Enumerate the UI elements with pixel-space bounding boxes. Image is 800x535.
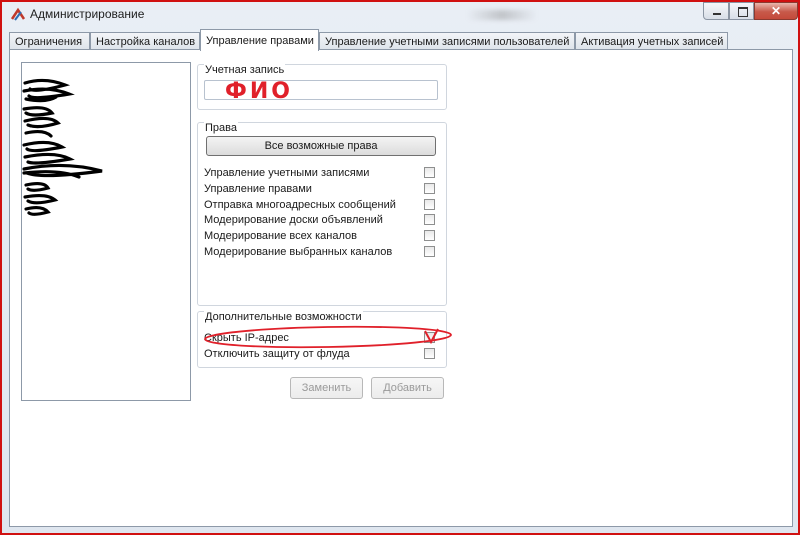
right-row[interactable]: Отправка многоадресных сообщений	[204, 199, 440, 213]
blurred-title-text	[467, 10, 537, 20]
app-icon	[10, 7, 26, 21]
right-checkbox[interactable]	[424, 167, 435, 178]
extra-options-group: Дополнительные возможности Скрыть IP-адр…	[197, 311, 447, 368]
window-title: Администрирование	[30, 7, 145, 21]
admin-window: Администрирование ✕ Ограничения Настройк…	[0, 0, 800, 535]
right-row[interactable]: Управление учетными записями	[204, 167, 440, 181]
tab-account-activation[interactable]: Активация учетных записей	[575, 32, 728, 50]
redacted-user-names	[22, 78, 103, 216]
rights-group-title: Права	[204, 122, 238, 134]
tab-content: Учетная запись ФИО Права Все возможные п…	[9, 49, 793, 527]
right-label: Модерирование выбранных каналов	[204, 246, 393, 258]
disable-flood-row[interactable]: Отключить защиту от флуда	[204, 348, 440, 362]
hide-ip-label: Скрыть IP-адрес	[204, 332, 289, 344]
right-label: Модерирование доски объявлений	[204, 214, 383, 226]
close-icon: ✕	[771, 4, 782, 18]
account-group: Учетная запись ФИО	[197, 64, 447, 110]
tab-rights-management[interactable]: Управление правами	[200, 29, 319, 51]
hide-ip-checkbox[interactable]	[424, 332, 435, 343]
hide-ip-row[interactable]: Скрыть IP-адрес	[204, 332, 440, 346]
account-group-title: Учетная запись	[204, 64, 286, 76]
right-row[interactable]: Модерирование доски объявлений	[204, 214, 440, 228]
replace-button[interactable]: Заменить	[290, 377, 363, 399]
disable-flood-label: Отключить защиту от флуда	[204, 348, 350, 360]
rights-group: Права Все возможные права Управление уче…	[197, 122, 447, 306]
maximize-button[interactable]	[729, 2, 754, 20]
right-label: Модерирование всех каналов	[204, 230, 357, 242]
title-bar[interactable]: Администрирование ✕	[2, 2, 798, 28]
all-rights-button[interactable]: Все возможные права	[206, 136, 436, 156]
right-checkbox[interactable]	[424, 214, 435, 225]
right-checkbox[interactable]	[424, 199, 435, 210]
minimize-button[interactable]	[703, 2, 729, 20]
maximize-icon	[738, 7, 748, 17]
right-label: Отправка многоадресных сообщений	[204, 199, 396, 211]
right-checkbox[interactable]	[424, 230, 435, 241]
right-checkbox[interactable]	[424, 183, 435, 194]
right-row[interactable]: Управление правами	[204, 183, 440, 197]
disable-flood-checkbox[interactable]	[424, 348, 435, 359]
account-field[interactable]: ФИО	[204, 79, 438, 104]
tab-restrictions[interactable]: Ограничения	[9, 32, 90, 50]
right-row[interactable]: Модерирование всех каналов	[204, 230, 440, 244]
right-row[interactable]: Модерирование выбранных каналов	[204, 246, 440, 260]
user-list[interactable]	[21, 62, 191, 401]
account-value: ФИО	[225, 79, 293, 104]
right-checkbox[interactable]	[424, 246, 435, 257]
right-label: Управление правами	[204, 183, 312, 195]
minimize-icon	[713, 13, 721, 15]
right-label: Управление учетными записями	[204, 167, 370, 179]
add-button[interactable]: Добавить	[371, 377, 444, 399]
tab-user-accounts[interactable]: Управление учетными записями пользовател…	[319, 32, 575, 50]
extra-options-title: Дополнительные возможности	[204, 311, 363, 323]
close-button[interactable]: ✕	[754, 2, 798, 20]
tab-channel-settings[interactable]: Настройка каналов	[90, 32, 200, 50]
